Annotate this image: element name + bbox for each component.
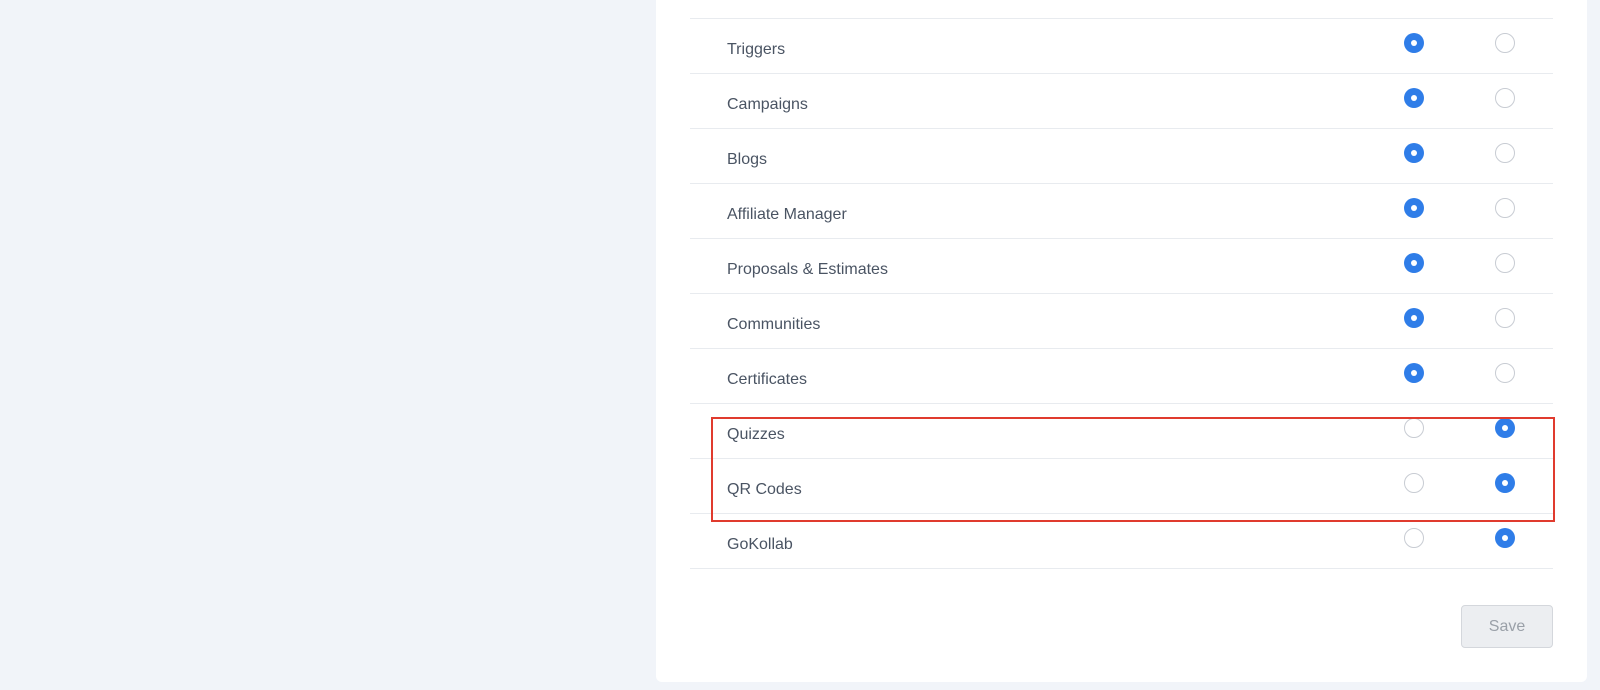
permission-label: Triggers: [727, 41, 786, 58]
enable-radio[interactable]: [1404, 33, 1424, 53]
permission-row-campaigns: Campaigns: [690, 74, 1553, 129]
save-button[interactable]: Save: [1461, 605, 1553, 648]
permission-row-triggers: Triggers: [690, 19, 1553, 74]
enable-radio[interactable]: [1404, 473, 1424, 493]
disable-radio[interactable]: [1495, 363, 1515, 383]
disable-radio[interactable]: [1495, 143, 1515, 163]
permission-row-gokollab: GoKollab: [690, 514, 1553, 569]
permission-row-quizzes: Quizzes: [690, 404, 1553, 459]
enable-radio[interactable]: [1404, 198, 1424, 218]
permission-label: Campaigns: [727, 96, 808, 113]
enable-radio[interactable]: [1404, 308, 1424, 328]
permission-label: QR Codes: [727, 481, 802, 498]
permission-row-partial: [690, 0, 1553, 19]
permission-row-blogs: Blogs: [690, 129, 1553, 184]
permission-label: Quizzes: [727, 426, 785, 443]
disable-radio[interactable]: [1495, 528, 1515, 548]
disable-radio[interactable]: [1495, 253, 1515, 273]
enable-radio[interactable]: [1404, 88, 1424, 108]
permission-label: Certificates: [727, 371, 808, 388]
enable-radio[interactable]: [1404, 143, 1424, 163]
disable-radio[interactable]: [1495, 308, 1515, 328]
enable-radio[interactable]: [1404, 363, 1424, 383]
permission-label: Communities: [727, 316, 821, 333]
disable-radio[interactable]: [1495, 33, 1515, 53]
permission-row-affiliate-manager: Affiliate Manager: [690, 184, 1553, 239]
permissions-list: Triggers Campaigns Blogs Affiliate Manag…: [690, 0, 1553, 569]
permission-label: Affiliate Manager: [727, 206, 847, 223]
permission-row-communities: Communities: [690, 294, 1553, 349]
enable-radio[interactable]: [1404, 528, 1424, 548]
permission-row-qr-codes: QR Codes: [690, 459, 1553, 514]
permission-row-proposals-estimates: Proposals & Estimates: [690, 239, 1553, 294]
permission-label: Proposals & Estimates: [727, 261, 888, 278]
disable-radio[interactable]: [1495, 418, 1515, 438]
enable-radio[interactable]: [1404, 253, 1424, 273]
permission-label: Blogs: [727, 151, 768, 168]
permission-row-certificates: Certificates: [690, 349, 1553, 404]
disable-radio[interactable]: [1495, 88, 1515, 108]
enable-radio[interactable]: [1404, 418, 1424, 438]
permission-label: GoKollab: [727, 536, 793, 553]
disable-radio[interactable]: [1495, 473, 1515, 493]
permissions-panel: Triggers Campaigns Blogs Affiliate Manag…: [656, 0, 1587, 682]
disable-radio[interactable]: [1495, 198, 1515, 218]
